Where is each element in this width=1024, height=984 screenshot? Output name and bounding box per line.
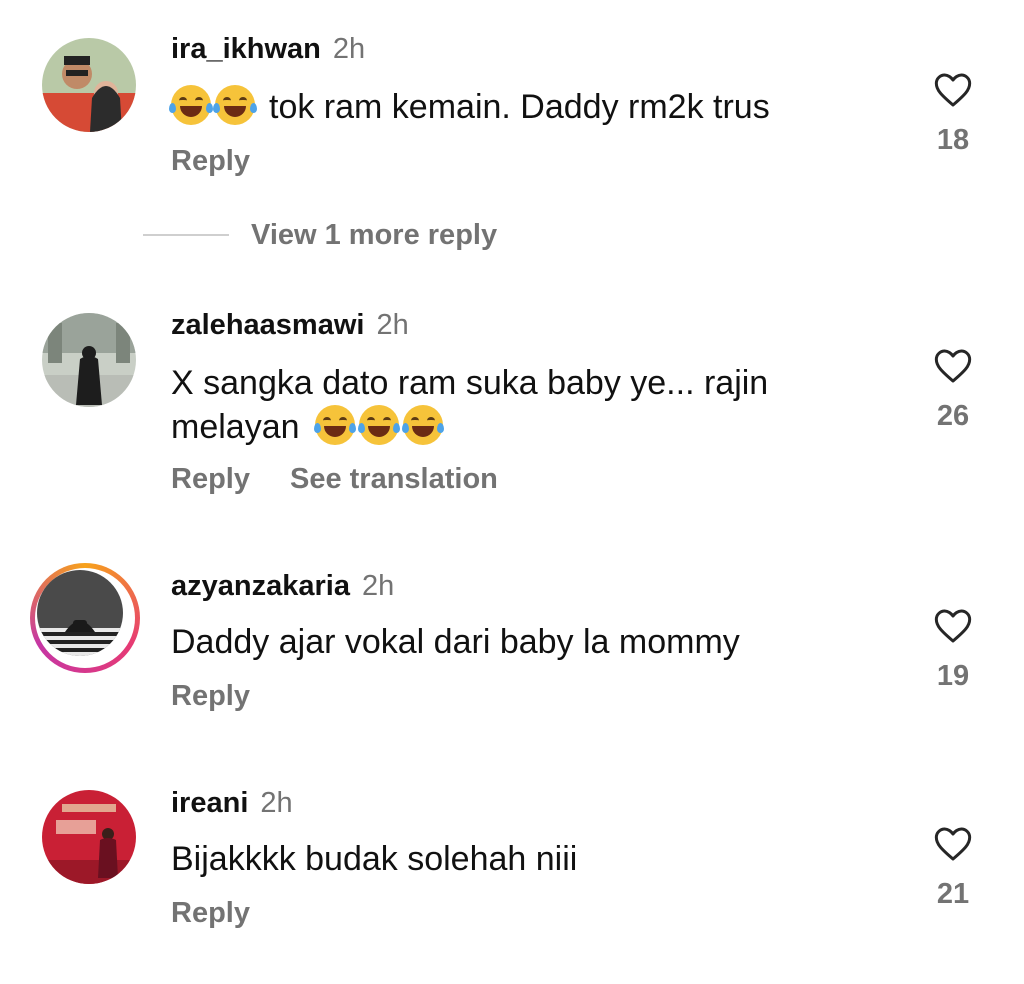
avatar-photo [42,38,136,132]
username[interactable]: zalehaasmawi [171,309,364,341]
username[interactable]: ireani [171,787,248,819]
laughing-emoji [313,405,356,445]
like-control: 18 [925,70,981,157]
avatar-photo [37,570,123,656]
comment-text: Daddy ajar vokal dari baby la mommy [171,620,871,664]
laughing-emoji [357,405,400,445]
story-ring[interactable] [30,563,140,673]
comment-header: azyanzakaria 2h [171,569,394,603]
avatar[interactable] [42,790,136,884]
heart-outline-icon[interactable] [932,606,974,646]
comment-body: Bijakkkk budak solehah niii [171,840,578,878]
avatar[interactable] [42,313,136,407]
reply-button[interactable]: Reply [171,680,250,712]
like-control: 21 [925,824,981,911]
like-control: 26 [925,346,981,433]
comment-actions: Reply See translation [171,463,538,496]
username[interactable]: azyanzakaria [171,570,350,602]
comment-body-line: X sangka dato ram suka baby ye... rajin [171,364,769,402]
timestamp: 2h [376,309,409,341]
comment-text: Bijakkkk budak solehah niii [171,837,871,881]
timestamp: 2h [332,33,366,65]
heart-outline-icon[interactable] [932,70,974,110]
view-more-replies-label: View 1 more reply [251,218,498,251]
comment-actions: Reply [171,897,290,930]
like-count: 18 [936,124,970,156]
heart-outline-icon[interactable] [932,346,974,386]
username[interactable]: ira_ikhwan [171,33,321,65]
comment-body: Daddy ajar vokal dari baby la mommy [171,623,740,661]
see-translation-button[interactable]: See translation [290,463,498,495]
view-more-replies[interactable]: View 1 more reply [143,217,497,253]
comment-text: tok ram kemain. Daddy rm2k trus [169,85,871,129]
like-control: 19 [925,606,981,693]
like-count: 19 [936,660,970,692]
avatar-photo [42,313,136,407]
comment-header: ireani 2h [171,786,293,820]
comment-body: tok ram kemain. Daddy rm2k trus [269,88,770,126]
comment-actions: Reply [171,680,290,713]
timestamp: 2h [361,570,395,602]
laughing-emoji [401,405,444,445]
like-count: 21 [936,878,970,910]
comment-header: ira_ikhwan 2h [171,32,365,66]
reply-button[interactable]: Reply [171,463,250,495]
like-count: 26 [936,400,970,432]
reply-button[interactable]: Reply [171,145,250,177]
avatar [37,570,123,656]
comment-actions: Reply [171,145,290,178]
heart-outline-icon[interactable] [932,824,974,864]
emoji-group [313,405,447,446]
timestamp: 2h [260,787,293,819]
laughing-tears-emoji [169,85,213,125]
laughing-tears-emoji [213,85,257,125]
comment-text: X sangka dato ram suka baby ye... rajin … [171,361,871,449]
comment-header: zalehaasmawi 2h [171,308,409,342]
divider [143,234,229,236]
comment-body-continuation: melayan [171,408,300,446]
reply-button[interactable]: Reply [171,897,250,929]
avatar[interactable] [42,38,136,132]
comment-body-line: melayan [171,405,871,449]
avatar-photo [42,790,136,884]
